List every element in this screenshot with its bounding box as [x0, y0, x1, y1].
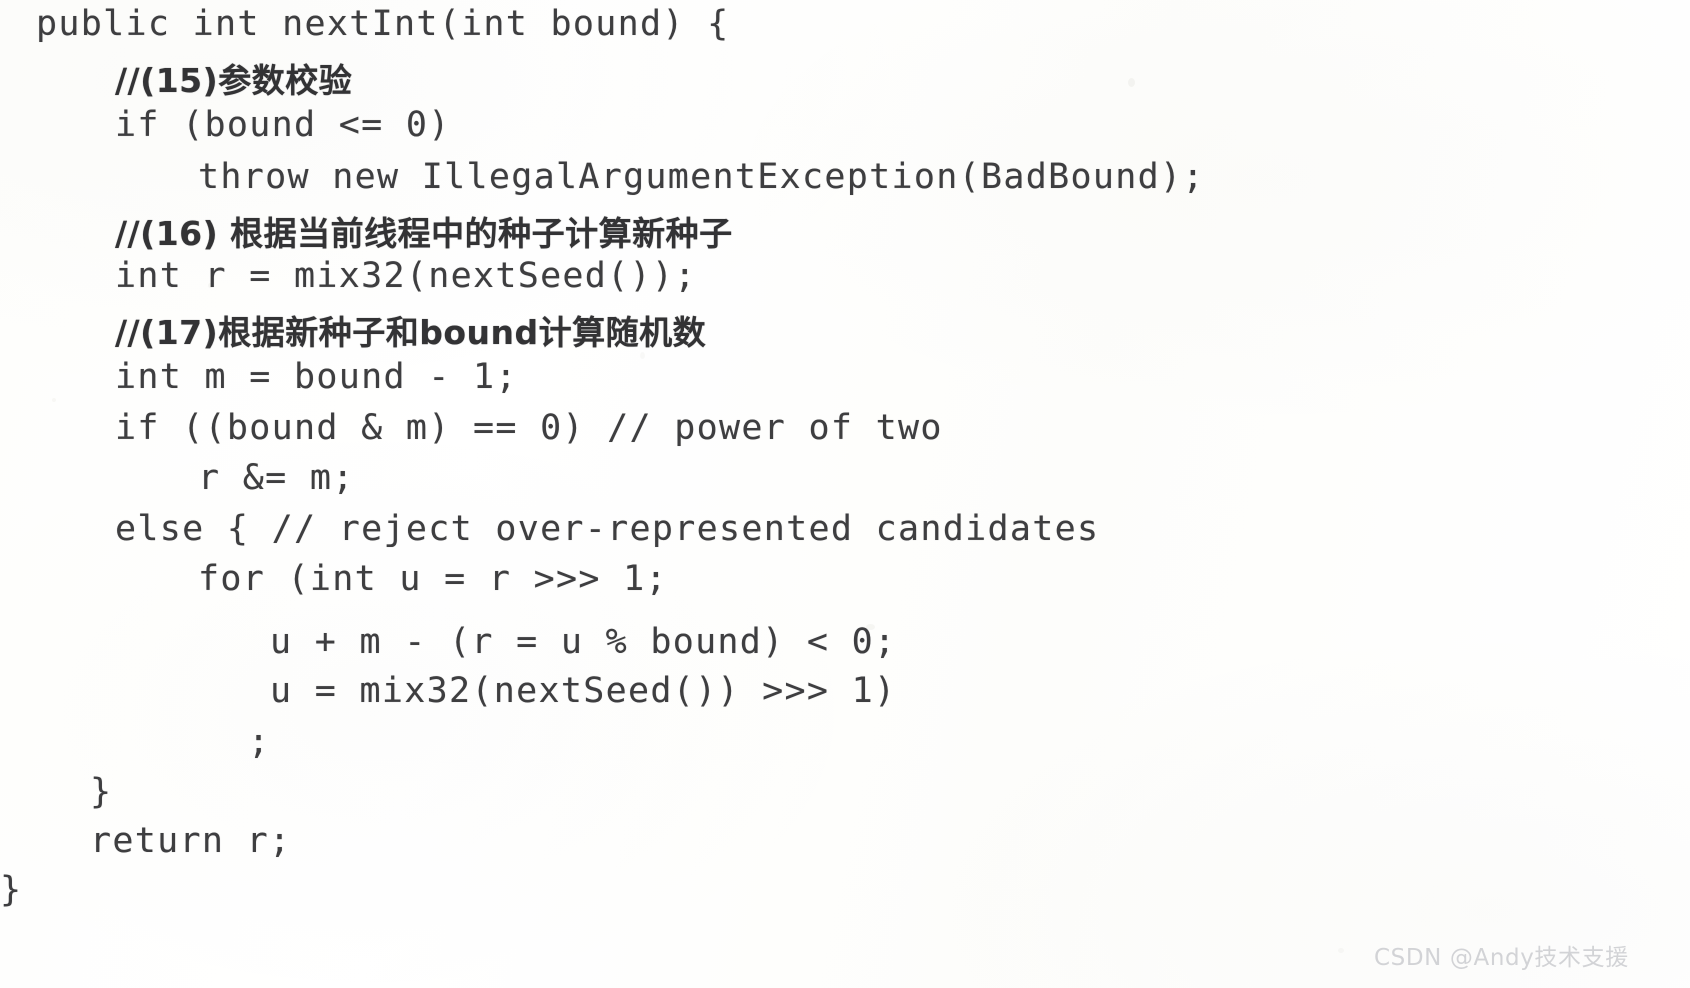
code-line-8: int m = bound - 1;: [115, 357, 518, 397]
code-line-17-return: return r;: [90, 821, 292, 861]
code-line-13: u + m - (r = u % bound) < 0;: [270, 622, 897, 662]
code-line-5-comment-16: //(16) 根据当前线程中的种子计算新种子: [115, 214, 733, 253]
code-line-16-close-brace: }: [90, 772, 113, 812]
code-line-4-throw: throw new IllegalArgumentException(BadBo…: [198, 157, 1205, 197]
code-line-12-for: for (int u = r >>> 1;: [198, 559, 668, 599]
code-line-3: if (bound <= 0): [115, 105, 451, 145]
code-line-9: if ((bound & m) == 0) // power of two: [115, 408, 943, 448]
code-line-7-comment-17: //(17)根据新种子和bound计算随机数: [115, 313, 707, 352]
code-line-2-comment-15: //(15)参数校验: [115, 61, 353, 100]
code-line-18-method-close-brace: }: [0, 870, 23, 910]
code-line-11-else: else { // reject over-represented candid…: [115, 509, 1100, 549]
code-block: public int nextInt(int bound) { //(15)参数…: [0, 0, 1690, 988]
code-line-1: public int nextInt(int bound) {: [36, 4, 730, 44]
code-line-15-semicolon: ;: [248, 722, 271, 762]
scanned-code-page: public int nextInt(int bound) { //(15)参数…: [0, 0, 1690, 988]
csdn-watermark: CSDN @Andy技术支援: [1374, 945, 1629, 971]
code-line-14: u = mix32(nextSeed()) >>> 1): [270, 671, 897, 711]
code-line-10: r &= m;: [198, 458, 355, 498]
code-line-6: int r = mix32(nextSeed());: [115, 256, 697, 296]
